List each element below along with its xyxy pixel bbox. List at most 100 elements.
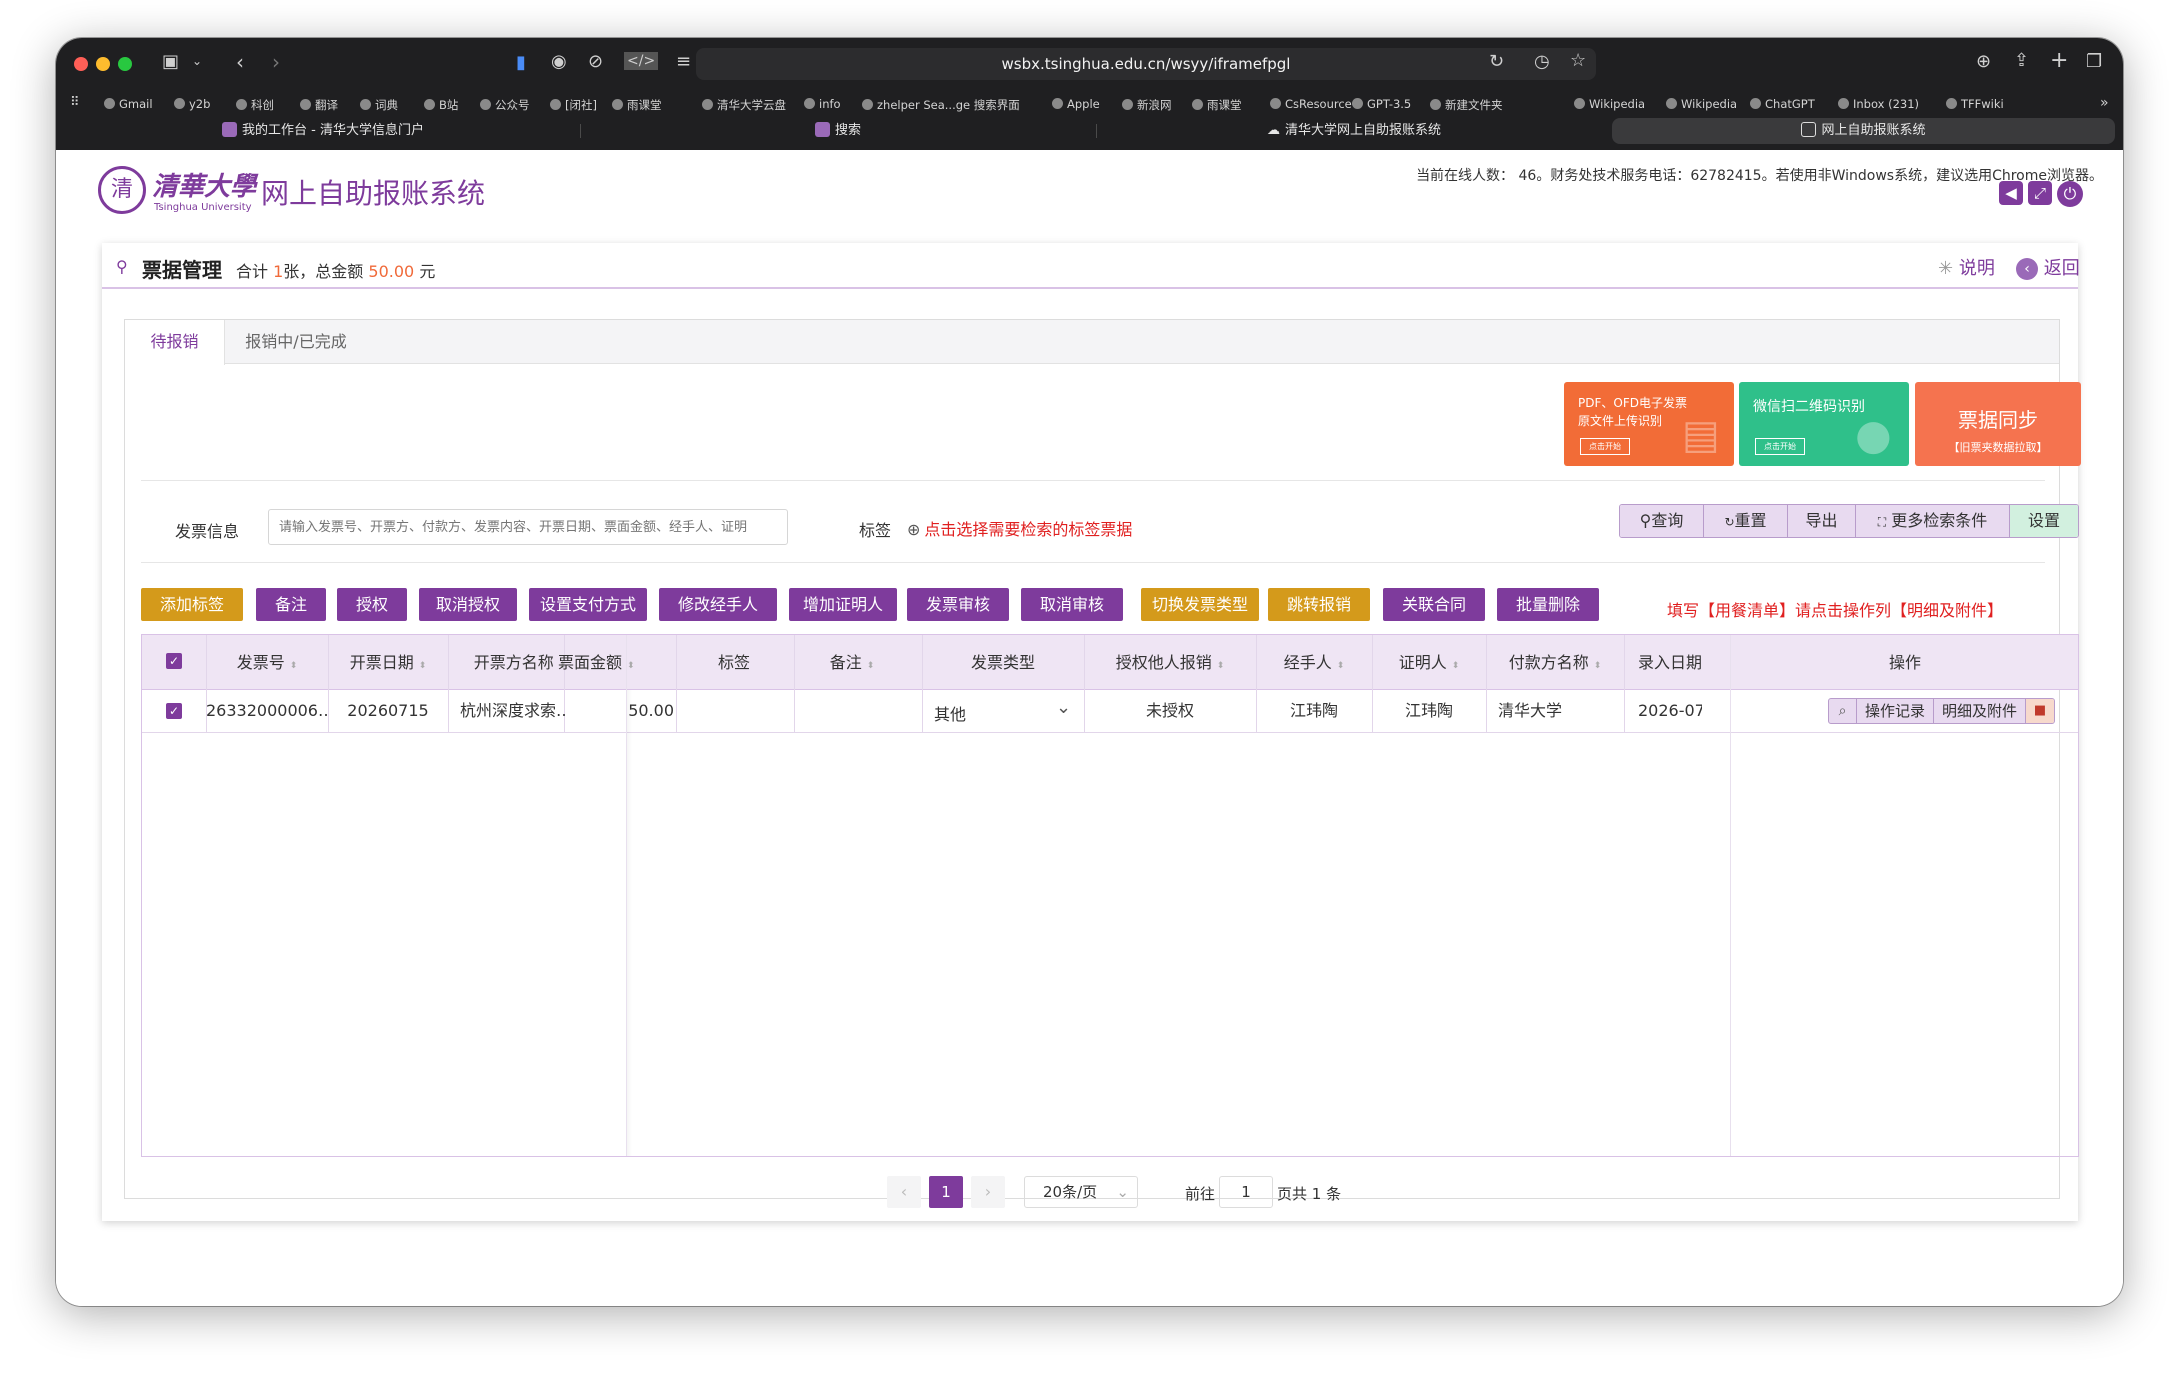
action-button[interactable]: 批量删除 (1497, 588, 1599, 621)
download-icon[interactable]: ⊕ (1976, 53, 1991, 71)
action-button[interactable]: 切换发票类型 (1141, 588, 1259, 621)
reset-button[interactable]: ↻重置 (1704, 505, 1788, 537)
sort-icon[interactable]: ⬍ (290, 661, 298, 671)
record-icon[interactable]: ◉ (551, 53, 567, 71)
bookmark-item[interactable]: zhelper Sea...ge 搜索界面 (862, 97, 1020, 113)
close-window-button[interactable] (74, 57, 88, 71)
select-all-checkbox[interactable]: ✓ (166, 653, 182, 669)
chevron-down-icon[interactable]: ⌄ (192, 55, 202, 67)
new-tab-icon[interactable]: + (2050, 50, 2068, 72)
more-filters-button[interactable]: ⛶ 更多检索条件 (1856, 505, 2010, 537)
column-header[interactable]: 付款方名称 ⬍ (1486, 635, 1624, 690)
row-checkbox[interactable]: ✓ (166, 703, 182, 719)
column-header[interactable]: 经手人 ⬍ (1256, 635, 1372, 690)
tab-completed[interactable]: 报销中/已完成 (226, 320, 366, 364)
history-icon[interactable]: ◷ (1534, 53, 1550, 71)
bookmark-item[interactable]: Wikipedia (1574, 97, 1645, 111)
delete-icon[interactable]: ■ (2026, 699, 2055, 723)
bookmark-item[interactable]: 雨课堂 (1192, 97, 1242, 113)
page-size-select[interactable]: 20条/页 ⌄ (1024, 1176, 1138, 1208)
bookmark-item[interactable]: 新建文件夹 (1430, 97, 1503, 113)
invoice-type-select[interactable]: 其他 ⌄ (922, 690, 1084, 732)
tab-overview-icon[interactable]: ❐ (2086, 53, 2102, 71)
action-button[interactable]: 修改经手人 (659, 588, 777, 621)
action-button[interactable]: 增加证明人 (789, 588, 897, 621)
site-settings-icon[interactable]: ≡ (676, 53, 691, 71)
bookmark-item[interactable]: 新浪网 (1122, 97, 1172, 113)
back-icon[interactable]: ‹ (236, 52, 244, 72)
action-button[interactable]: 备注 (256, 588, 326, 621)
sort-icon[interactable]: ⬍ (419, 661, 427, 671)
sort-icon[interactable]: ⬍ (627, 661, 635, 671)
search-input[interactable] (268, 509, 788, 545)
back-button[interactable]: ‹ 返回 (2016, 254, 2080, 280)
bookmark-item[interactable]: Apple (1052, 97, 1100, 111)
tab-pending[interactable]: 待报销 (125, 320, 225, 365)
wechat-scan-card[interactable]: 微信扫二维码识别 点击开始 ● (1739, 382, 1909, 466)
action-button[interactable]: 取消审核 (1021, 588, 1123, 621)
bookmark-item[interactable]: 公众号 (480, 97, 530, 113)
bookmark-item[interactable]: 科创 (236, 97, 274, 113)
pdf-upload-card[interactable]: PDF、OFD电子发票 原文件上传识别 点击开始 ▤ (1564, 382, 1734, 466)
bookmark-star-icon[interactable]: ☆ (1570, 52, 1586, 70)
action-button[interactable]: 取消授权 (419, 588, 517, 621)
wechat-start-button[interactable]: 点击开始 (1755, 438, 1805, 455)
minimize-window-button[interactable] (96, 57, 110, 71)
sort-icon[interactable]: ⬍ (867, 661, 875, 671)
operation-log-button[interactable]: 操作记录 (1857, 699, 1935, 723)
bookmark-item[interactable]: y2b (174, 97, 210, 111)
bookmark-item[interactable]: Inbox (231) (1838, 97, 1919, 111)
tab-info-portal[interactable]: 我的工作台 - 清华大学信息门户 (68, 118, 578, 144)
extension-icon[interactable]: ▮ (516, 54, 526, 72)
page-1-button[interactable]: 1 (929, 1176, 963, 1208)
apps-grid-icon[interactable]: ⠿ (70, 96, 80, 109)
column-header[interactable]: 授权他人报销 ⬍ (1084, 635, 1256, 690)
sort-icon[interactable]: ⬍ (1594, 661, 1602, 671)
tag-selector[interactable]: ⊕ 点击选择需要检索的标签票据 (907, 516, 1132, 540)
bookmark-item[interactable]: TFFwiki (1946, 97, 2004, 111)
tab-reimbursement-system[interactable]: ☁ 清华大学网上自助报账系统 (1098, 118, 1610, 144)
fullscreen-icon[interactable]: ⤢ (2028, 181, 2052, 205)
view-record-icon[interactable]: ⌕ (1829, 699, 1857, 723)
speaker-icon[interactable]: ◀ (1999, 181, 2023, 205)
query-button[interactable]: ⚲查询 (1620, 505, 1704, 537)
sort-icon[interactable]: ⬍ (1337, 661, 1345, 671)
goto-input[interactable]: 1 (1219, 1176, 1273, 1208)
action-button[interactable]: 关联合同 (1383, 588, 1485, 621)
action-button[interactable]: 跳转报销 (1268, 588, 1370, 621)
action-button[interactable]: 设置支付方式 (529, 588, 647, 621)
action-button[interactable]: 发票审核 (907, 588, 1009, 621)
pdf-start-button[interactable]: 点击开始 (1580, 438, 1630, 455)
column-header[interactable]: 证明人 ⬍ (1372, 635, 1486, 690)
prev-page-button[interactable]: ‹ (887, 1176, 921, 1208)
bookmark-item[interactable]: ChatGPT (1750, 97, 1815, 111)
bookmark-item[interactable]: 词典 (360, 97, 398, 113)
sidebar-icon[interactable]: ▣ (162, 53, 179, 71)
address-bar[interactable]: wsbx.tsinghua.edu.cn/wsyy/iframefpgl (696, 48, 1596, 80)
help-button[interactable]: ✳ 说明 (1938, 254, 1995, 280)
invoice-sync-card[interactable]: 票据同步 【旧票夹数据拉取】 (1915, 382, 2081, 466)
more-bookmarks-icon[interactable]: » (2100, 96, 2109, 110)
bookmark-item[interactable]: info (804, 97, 841, 111)
compass-icon[interactable]: ⊘ (588, 53, 603, 71)
details-attachments-button[interactable]: 明细及附件 (1934, 699, 2027, 723)
bookmark-item[interactable]: Gmail (104, 97, 153, 111)
bookmark-item[interactable]: 雨课堂 (612, 97, 662, 113)
share-icon[interactable]: ⇪ (2014, 52, 2029, 70)
bookmark-item[interactable]: 清华大学云盘 (702, 97, 786, 113)
forward-icon[interactable]: › (272, 52, 280, 72)
sort-icon[interactable]: ⬍ (1452, 661, 1460, 671)
bookmark-item[interactable]: Wikipedia (1666, 97, 1737, 111)
zoom-window-button[interactable] (118, 57, 132, 71)
column-header[interactable]: 备注 ⬍ (794, 635, 910, 690)
power-icon[interactable]: ⏻ (2057, 181, 2083, 207)
settings-button[interactable]: 设置 (2010, 505, 2078, 537)
action-button[interactable]: 添加标签 (141, 588, 243, 621)
tab-reimbursement-active[interactable]: 网上自助报账系统 (1612, 118, 2115, 144)
column-header[interactable]: 发票号 ⬍ (206, 635, 328, 690)
reload-icon[interactable]: ↻ (1489, 53, 1504, 71)
column-header[interactable]: 开票日期 ⬍ (328, 635, 448, 690)
sort-icon[interactable]: ⬍ (1217, 661, 1225, 671)
code-icon[interactable]: </> (624, 52, 659, 70)
column-header[interactable]: 票面金额 ⬍ (558, 635, 676, 690)
